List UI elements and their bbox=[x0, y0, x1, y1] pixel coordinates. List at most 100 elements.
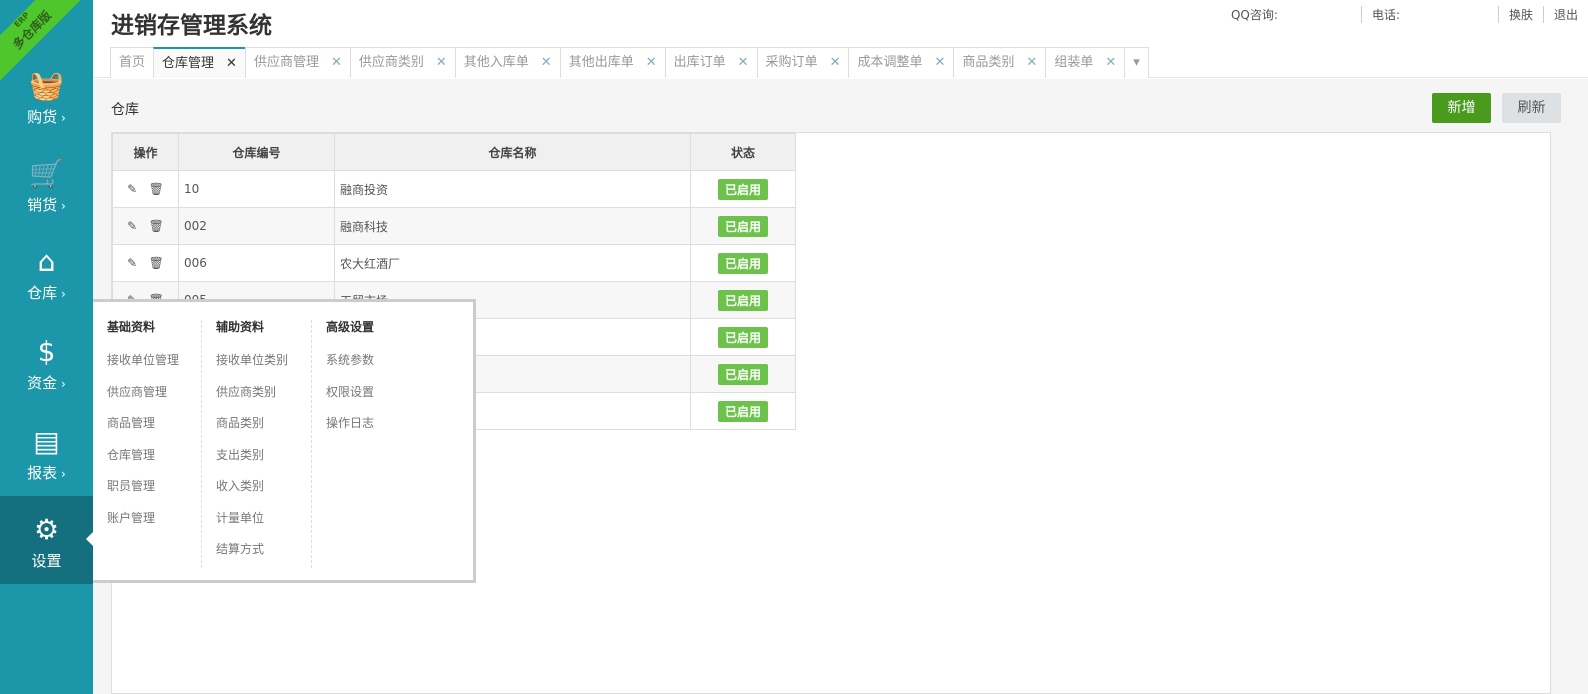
menu-item[interactable]: 系统参数 bbox=[326, 351, 436, 383]
status-badge: 已启用 bbox=[717, 363, 768, 385]
tab-label: 组装单 bbox=[1054, 55, 1094, 70]
menu-item[interactable]: 权限设置 bbox=[326, 383, 436, 415]
edit-icon[interactable]: ✎ bbox=[127, 256, 137, 270]
close-icon[interactable]: ✕ bbox=[1105, 55, 1116, 70]
delete-icon[interactable]: 🗑 bbox=[149, 219, 164, 233]
status-badge: 已启用 bbox=[717, 178, 768, 200]
refresh-button[interactable]: 刷新 bbox=[1502, 93, 1561, 123]
header: 进销存管理系统 QQ咨询: 电话: 换肤 退出 首页 仓库管理 ✕ 供应商管理 ✕ 供应商类别 ✕… bbox=[93, 0, 1588, 78]
tab-more-dropdown[interactable]: ▾ bbox=[1124, 47, 1149, 78]
table-row: ✎ 🗑 10 融商投资 已启用 bbox=[112, 170, 796, 208]
tab-8[interactable]: 成本调整单 ✕ bbox=[848, 47, 955, 78]
menu-item[interactable]: 收入类别 bbox=[216, 477, 326, 509]
menu-item[interactable]: 计量单位 bbox=[216, 509, 326, 541]
cell-name: 融商投资 bbox=[334, 170, 691, 208]
gear-icon: ⚙ bbox=[33, 513, 60, 546]
warehouse-icon: ⌂ bbox=[37, 245, 56, 278]
divider bbox=[201, 320, 202, 568]
phone-label: 电话: bbox=[1360, 6, 1498, 23]
status-badge: 已启用 bbox=[717, 400, 768, 422]
menu-item[interactable]: 操作日志 bbox=[326, 414, 436, 446]
edit-icon[interactable]: ✎ bbox=[127, 219, 137, 233]
tab-label: 采购订单 bbox=[765, 55, 818, 70]
close-icon[interactable]: ✕ bbox=[331, 55, 342, 70]
report-icon: ▤ bbox=[33, 425, 60, 458]
menu-item[interactable]: 支出类别 bbox=[216, 446, 326, 478]
tab-5[interactable]: 其他出库单 ✕ bbox=[559, 47, 666, 78]
tab-4[interactable]: 其他入库单 ✕ bbox=[454, 47, 561, 78]
settings-menu: 基础资料 接收单位管理 供应商管理 商品管理 仓库管理 职员管理 账户管理 辅助资料 接收单位类… bbox=[93, 299, 476, 583]
menu-heading: 辅助资料 bbox=[216, 320, 265, 334]
menu-item[interactable]: 结算方式 bbox=[216, 540, 326, 572]
cart-icon: 🛒 bbox=[29, 157, 64, 190]
sidebar-item-purchase[interactable]: 🧺 购货 › bbox=[0, 52, 93, 140]
app-title: 进销存管理系统 bbox=[111, 13, 272, 39]
tab-0[interactable]: 首页 bbox=[110, 47, 155, 78]
basket-icon: 🧺 bbox=[29, 69, 64, 102]
sidebar: ERP 多仓库版 🧺 购货 › 🛒 销货 › ⌂ 仓库 › $ 资金 › ▤ 报表 › ⚙ 设… bbox=[0, 0, 93, 694]
cell-code: 006 bbox=[178, 244, 335, 282]
table-row: ✎ 🗑 002 融商科技 已启用 bbox=[112, 207, 796, 245]
close-icon[interactable]: ✕ bbox=[436, 55, 447, 70]
table-row: ✎ 🗑 006 农大红酒厂 已启用 bbox=[112, 244, 796, 282]
cell-code: 002 bbox=[178, 207, 335, 245]
menu-item[interactable]: 商品类别 bbox=[216, 414, 326, 446]
status-badge: 已启用 bbox=[717, 215, 768, 237]
status-badge: 已启用 bbox=[717, 289, 768, 311]
tab-1[interactable]: 仓库管理 ✕ bbox=[153, 47, 246, 78]
sidebar-item-warehouse[interactable]: ⌂ 仓库 › bbox=[0, 228, 93, 316]
tab-bar: 首页 仓库管理 ✕ 供应商管理 ✕ 供应商类别 ✕ 其他入库单 ✕ 其他出库单 ✕ 出库订单 ✕ 采购订单… bbox=[110, 47, 1149, 78]
close-icon[interactable]: ✕ bbox=[1026, 55, 1037, 70]
col-name: 仓库名称 bbox=[334, 133, 691, 171]
tab-6[interactable]: 出库订单 ✕ bbox=[664, 47, 758, 78]
delete-icon[interactable]: 🗑 bbox=[149, 182, 164, 196]
menu-column: 辅助资料接收单位类别 供应商类别 商品类别 支出类别 收入类别 计量单位 结算方式 bbox=[216, 318, 326, 572]
sidebar-item-settings[interactable]: ⚙ 设置 bbox=[0, 496, 93, 584]
sidebar-item-funds[interactable]: $ 资金 › bbox=[0, 318, 93, 406]
divider bbox=[311, 320, 312, 568]
tab-label: 出库订单 bbox=[673, 55, 726, 70]
delete-icon[interactable]: 🗑 bbox=[149, 256, 164, 270]
tab-label: 其他出库单 bbox=[568, 55, 634, 70]
close-icon[interactable]: ✕ bbox=[226, 56, 237, 71]
col-code: 仓库编号 bbox=[178, 133, 335, 171]
close-icon[interactable]: ✕ bbox=[738, 55, 749, 70]
tab-label: 成本调整单 bbox=[857, 55, 923, 70]
tab-label: 仓库管理 bbox=[162, 56, 215, 71]
tab-7[interactable]: 采购订单 ✕ bbox=[756, 47, 850, 78]
tab-label: 供应商管理 bbox=[253, 55, 319, 70]
tab-2[interactable]: 供应商管理 ✕ bbox=[244, 47, 351, 78]
edit-icon[interactable]: ✎ bbox=[127, 182, 137, 196]
tab-10[interactable]: 组装单 ✕ bbox=[1045, 47, 1126, 78]
tab-9[interactable]: 商品类别 ✕ bbox=[953, 47, 1047, 78]
close-icon[interactable]: ✕ bbox=[541, 55, 552, 70]
tab-label: 首页 bbox=[119, 55, 146, 70]
tab-label: 商品类别 bbox=[962, 55, 1015, 70]
add-button[interactable]: 新增 bbox=[1432, 93, 1491, 123]
col-actions: 操作 bbox=[112, 133, 179, 171]
skin-link[interactable]: 换肤 bbox=[1497, 6, 1543, 23]
menu-column: 高级设置系统参数 权限设置 操作日志 bbox=[326, 318, 436, 446]
tab-label: 供应商类别 bbox=[358, 55, 424, 70]
sidebar-item-sales[interactable]: 🛒 销货 › bbox=[0, 140, 93, 228]
status-badge: 已启用 bbox=[717, 252, 768, 274]
cell-name: 融商科技 bbox=[334, 207, 691, 245]
page-title: 仓库 bbox=[111, 102, 139, 118]
dollar-icon: $ bbox=[37, 335, 56, 368]
cell-code: 10 bbox=[178, 170, 335, 208]
close-icon[interactable]: ✕ bbox=[646, 55, 657, 70]
menu-heading: 高级设置 bbox=[326, 320, 375, 334]
status-badge: 已启用 bbox=[717, 326, 768, 348]
close-icon[interactable]: ✕ bbox=[830, 55, 841, 70]
menu-item[interactable]: 接收单位类别 bbox=[216, 351, 326, 383]
col-status: 状态 bbox=[690, 133, 796, 171]
qq-label: QQ咨询: bbox=[1230, 8, 1278, 22]
tab-3[interactable]: 供应商类别 ✕ bbox=[349, 47, 456, 78]
logout-link[interactable]: 退出 bbox=[1542, 6, 1588, 23]
menu-item[interactable]: 供应商类别 bbox=[216, 383, 326, 415]
tab-label: 其他入库单 bbox=[463, 55, 529, 70]
cell-name: 农大红酒厂 bbox=[334, 244, 691, 282]
close-icon[interactable]: ✕ bbox=[934, 55, 945, 70]
chevron-down-icon: ▾ bbox=[1133, 55, 1140, 70]
sidebar-item-reports[interactable]: ▤ 报表 › bbox=[0, 408, 93, 496]
